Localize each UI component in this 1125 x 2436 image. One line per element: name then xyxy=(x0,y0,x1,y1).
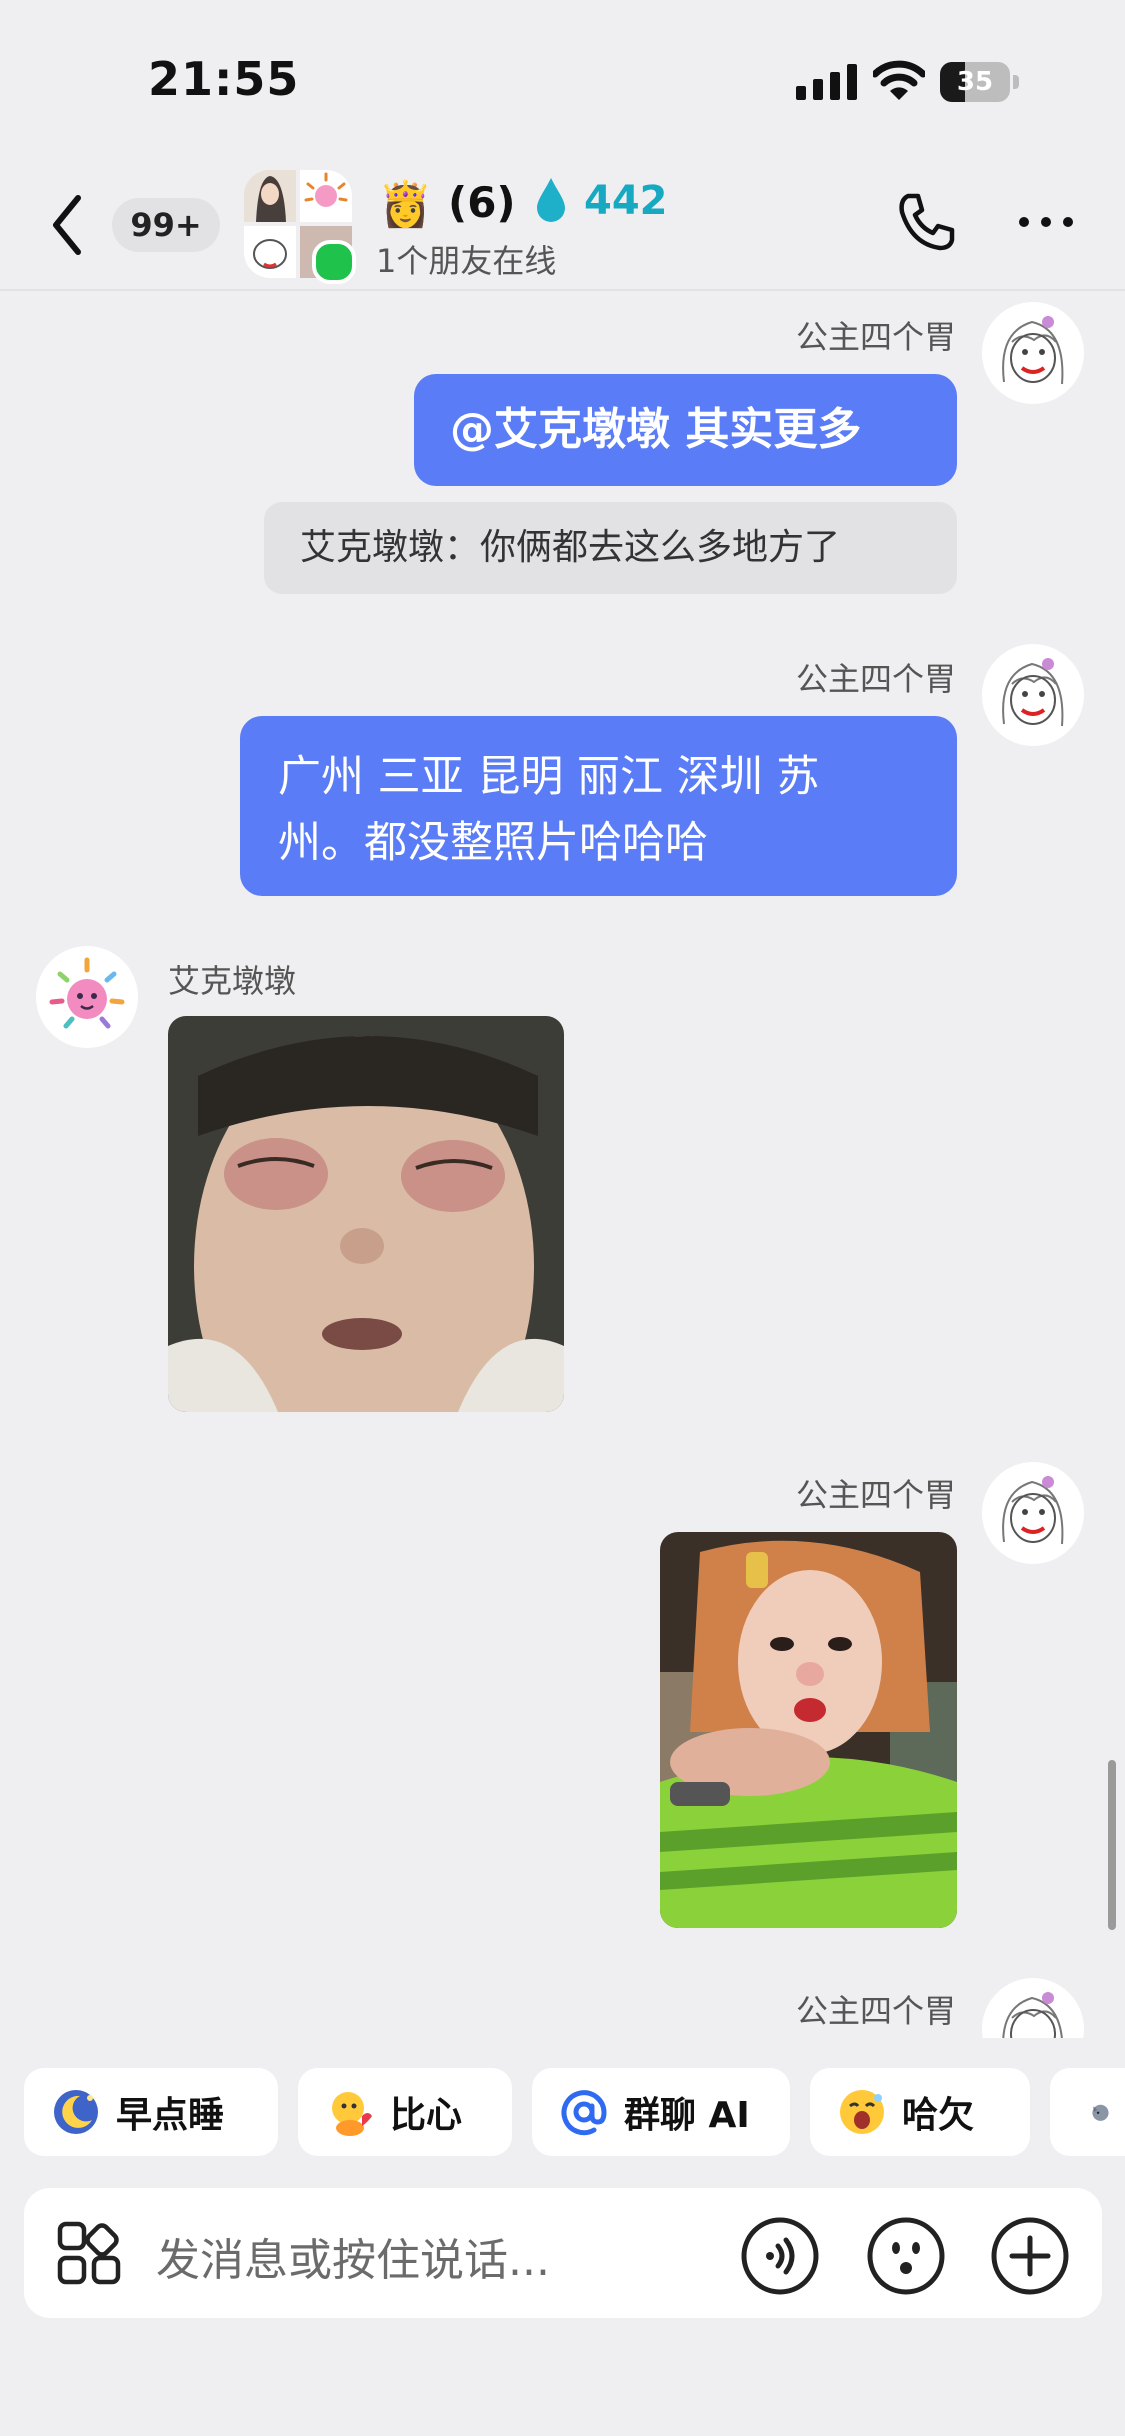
voice-icon[interactable] xyxy=(740,2216,820,2296)
message-line: 州。都没整照片哈哈哈 xyxy=(278,818,708,868)
quick-reply-group-ai[interactable]: 群聊 AI xyxy=(532,2068,790,2156)
battery-indicator: 35 xyxy=(940,62,1020,102)
chevron-left-icon[interactable] xyxy=(44,190,94,260)
moon-icon xyxy=(54,2090,98,2134)
quick-reply-more[interactable] xyxy=(1050,2068,1125,2156)
sender-avatar[interactable] xyxy=(982,302,1084,404)
quick-reply-early-sleep[interactable]: 早点睡 xyxy=(24,2068,278,2156)
member-avatar-sketch xyxy=(244,226,296,278)
apps-grid-icon[interactable] xyxy=(56,2220,124,2288)
quick-reply-heart[interactable]: 比心 xyxy=(298,2068,512,2156)
quick-reply-label: 群聊 AI xyxy=(624,2095,750,2136)
sender-avatar[interactable] xyxy=(982,1462,1084,1564)
sender-name: 艾克墩墩 xyxy=(168,962,297,1000)
quick-reply-label: 哈欠 xyxy=(902,2095,975,2136)
cellular-signal-icon xyxy=(796,64,857,100)
header-divider xyxy=(0,289,1125,291)
more-icon[interactable] xyxy=(1016,212,1076,232)
sender-name: 公主四个胃 xyxy=(795,1992,956,2030)
online-status-text: 1个朋友在线 xyxy=(376,242,557,280)
online-indicator xyxy=(312,240,356,284)
unread-badge[interactable]: 99+ xyxy=(112,198,220,252)
message-bubble[interactable]: @艾克墩墩 其实更多 xyxy=(414,374,957,486)
message-line: 广州 三亚 昆明 丽江 深圳 苏 xyxy=(278,752,820,802)
member-avatar-photo xyxy=(244,170,296,222)
quick-reply-yawn[interactable]: 哈欠 xyxy=(810,2068,1030,2156)
status-time: 21:55 xyxy=(148,52,300,106)
heart-hand-icon xyxy=(332,2092,372,2136)
scrollbar[interactable] xyxy=(1108,1760,1116,1930)
image-message[interactable] xyxy=(168,1016,564,1412)
sender-avatar[interactable] xyxy=(982,644,1084,746)
plus-icon[interactable] xyxy=(990,2216,1070,2296)
member-avatar-sun xyxy=(300,170,352,222)
sender-avatar[interactable] xyxy=(36,946,138,1048)
sender-name: 公主四个胃 xyxy=(795,660,956,698)
quick-reply-label: 早点睡 xyxy=(116,2095,225,2136)
yawn-icon xyxy=(840,2090,884,2134)
group-emoji: 👸 xyxy=(378,179,433,230)
phone-icon[interactable] xyxy=(894,190,958,254)
member-count: (6) xyxy=(448,178,516,227)
battery-percent: 35 xyxy=(956,67,994,97)
quoted-message[interactable]: 艾克墩墩：你俩都去这么多地方了 xyxy=(264,502,957,594)
quick-reply-label: 比心 xyxy=(390,2095,463,2136)
message-input[interactable]: 发消息或按住说话... xyxy=(156,2224,550,2288)
wifi-icon xyxy=(873,60,925,100)
sender-name: 公主四个胃 xyxy=(795,318,956,356)
at-icon xyxy=(561,2090,607,2136)
water-drop-icon xyxy=(537,178,565,222)
sender-name: 公主四个胃 xyxy=(795,1476,956,1514)
image-message[interactable] xyxy=(660,1532,957,1928)
group-score: 442 xyxy=(584,178,668,224)
message-bubble[interactable]: 广州 三亚 昆明 丽江 深圳 苏 州。都没整照片哈哈哈 xyxy=(240,716,957,896)
sender-avatar[interactable] xyxy=(982,1978,1084,2038)
emoji-icon[interactable] xyxy=(866,2216,946,2296)
wolf-icon xyxy=(1092,2104,1109,2121)
